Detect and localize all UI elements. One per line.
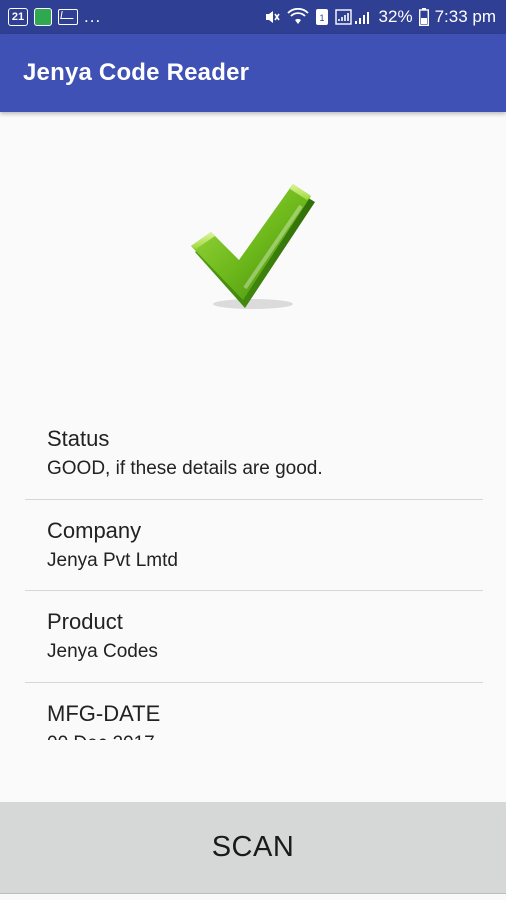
- detail-label: Company: [47, 517, 142, 543]
- detail-value: Jenya Codes: [47, 641, 158, 662]
- status-bar: 21 ... 1 32% 7:33 pm: [0, 0, 506, 34]
- detail-label: Product: [47, 609, 123, 634]
- scan-button-label: SCAN: [211, 831, 295, 863]
- status-bar-left: 21 ...: [8, 7, 101, 27]
- details-list[interactable]: Status GOOD, if these details are good. …: [25, 408, 483, 740]
- app-title: Jenya Code Reader: [23, 59, 250, 86]
- detail-label: MFG-DATE: [47, 700, 161, 726]
- detail-item-product: Product Jenya Codes: [25, 591, 483, 683]
- app-bar: Jenya Code Reader: [0, 34, 506, 112]
- detail-label: Status: [47, 426, 110, 451]
- detail-value: Jenya Pvt Lmtd: [47, 549, 178, 571]
- bottom-edge: [0, 894, 506, 900]
- wifi-icon: [286, 8, 309, 26]
- gallery-notification-icon: [58, 9, 78, 25]
- signal-icon: [334, 8, 373, 26]
- mute-icon: [263, 8, 281, 26]
- notification-count-badge: 21: [8, 8, 28, 26]
- app-notification-icon: [34, 8, 52, 26]
- detail-value: 00 Dec 2017: [47, 732, 483, 741]
- detail-item-mfg-date: MFG-DATE 00 Dec 2017: [25, 683, 483, 741]
- battery-icon: [418, 8, 429, 26]
- detail-value: GOOD, if these details are good.: [47, 458, 323, 479]
- battery-percent: 32%: [378, 7, 413, 26]
- svg-text:1: 1: [319, 13, 324, 23]
- status-bar-right: 1 32% 7:33 pm: [263, 7, 496, 27]
- sim-icon: 1: [315, 8, 329, 26]
- detail-item-company: Company Jenya Pvt Lmtd: [25, 500, 483, 591]
- detail-item-status: Status GOOD, if these details are good.: [25, 408, 483, 500]
- checkmark-icon: [183, 180, 323, 315]
- clock: 7:33 pm: [434, 7, 496, 26]
- more-notifications-indicator: ...: [84, 7, 102, 26]
- scan-button[interactable]: SCAN: [0, 802, 506, 894]
